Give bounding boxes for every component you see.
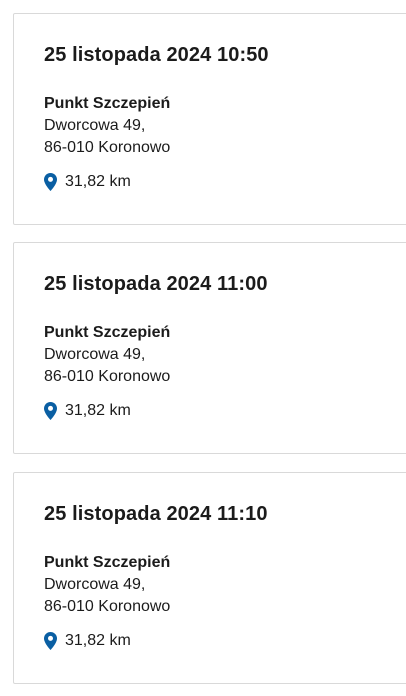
slot-distance: 31,82 km (44, 631, 131, 651)
slot-street: Dworcowa 49, (44, 346, 146, 363)
location-pin-icon (44, 402, 57, 420)
location-pin-icon (44, 173, 57, 191)
slot-street: Dworcowa 49, (44, 117, 146, 134)
slot-datetime: 25 listopada 2024 11:00 (44, 273, 268, 295)
appointment-slot-card[interactable]: 25 listopada 2024 10:50 Punkt Szczepień … (13, 13, 406, 225)
appointment-slot-card[interactable]: 25 listopada 2024 11:00 Punkt Szczepień … (13, 242, 406, 454)
slot-place-name: Punkt Szczepień (44, 554, 171, 571)
slot-distance-value: 31,82 km (65, 632, 131, 649)
slot-place-name: Punkt Szczepień (44, 324, 171, 341)
slot-datetime: 25 listopada 2024 11:10 (44, 503, 268, 525)
slot-distance: 31,82 km (44, 401, 131, 421)
slot-distance-value: 31,82 km (65, 402, 131, 419)
appointment-slot-card[interactable]: 25 listopada 2024 11:10 Punkt Szczepień … (13, 472, 406, 684)
location-pin-icon (44, 632, 57, 650)
slot-place-name: Punkt Szczepień (44, 95, 171, 112)
slot-city: 86-010 Koronowo (44, 598, 171, 615)
slot-distance-value: 31,82 km (65, 173, 131, 190)
slot-street: Dworcowa 49, (44, 576, 146, 593)
slot-datetime: 25 listopada 2024 10:50 (44, 44, 269, 66)
slot-city: 86-010 Koronowo (44, 368, 171, 385)
slot-city: 86-010 Koronowo (44, 139, 171, 156)
slot-distance: 31,82 km (44, 172, 131, 192)
